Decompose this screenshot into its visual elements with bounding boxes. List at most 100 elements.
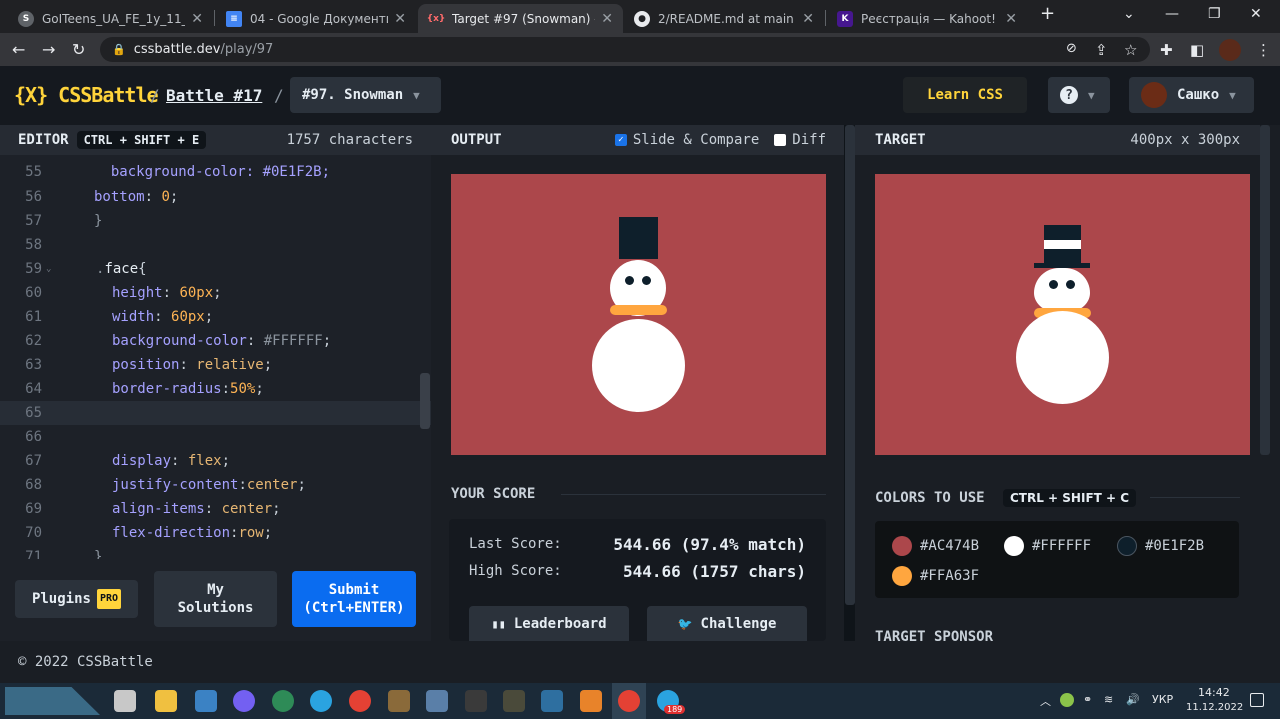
output-title: OUTPUT bbox=[451, 132, 502, 148]
wifi-icon[interactable]: ≋ bbox=[1104, 693, 1113, 706]
swatch-dot bbox=[892, 566, 912, 586]
share-icon[interactable]: ⇪ bbox=[1095, 41, 1108, 59]
app-icon[interactable] bbox=[541, 690, 563, 712]
browser-tab[interactable]: S GoITeens_UA_FE_1y_11_22: Sl ✕ bbox=[8, 4, 213, 33]
target-scrollbar[interactable] bbox=[1260, 125, 1270, 455]
line-number: 61 bbox=[25, 309, 42, 325]
new-tab-icon[interactable]: + bbox=[1040, 3, 1055, 24]
chevron-down-icon: ▼ bbox=[1088, 88, 1095, 102]
submit-shortcut: (Ctrl+ENTER) bbox=[303, 600, 405, 616]
line-number: 71 bbox=[25, 549, 42, 559]
browser-tab[interactable]: K Реєстрація — Kahoot! ✕ bbox=[827, 4, 1027, 33]
tray-app-icon[interactable] bbox=[1060, 693, 1074, 707]
bookmark-star-icon[interactable]: ☆ bbox=[1124, 41, 1137, 59]
chrome-profile-icon[interactable] bbox=[618, 690, 640, 712]
close-window-icon[interactable]: ✕ bbox=[1250, 6, 1262, 22]
color-swatch[interactable]: #FFFFFF bbox=[1004, 536, 1091, 556]
slide-compare-toggle[interactable]: ✓ Slide & Compare bbox=[614, 132, 759, 148]
store-icon[interactable] bbox=[195, 690, 217, 712]
colors-shortcut: CTRL + SHIFT + C bbox=[1003, 489, 1137, 507]
forward-icon[interactable]: → bbox=[42, 40, 55, 59]
cssbattle-logo[interactable]: {X} CSSBattle bbox=[14, 83, 159, 107]
checkbox-checked-icon[interactable]: ✓ bbox=[614, 134, 627, 146]
close-tab-icon[interactable]: ✕ bbox=[802, 11, 814, 27]
notifications-icon[interactable] bbox=[1250, 693, 1264, 707]
line-number: 70 bbox=[25, 525, 42, 541]
editor-header: EDITOR CTRL + SHIFT + E 1757 characters bbox=[0, 125, 431, 155]
output-canvas[interactable] bbox=[451, 174, 826, 455]
leaderboard-button[interactable]: ▮▮ Leaderboard bbox=[469, 606, 629, 642]
viber-icon[interactable] bbox=[233, 690, 255, 712]
line-number: 59 bbox=[25, 261, 42, 277]
line-number: 60 bbox=[25, 285, 42, 301]
restore-icon[interactable]: ❐ bbox=[1208, 6, 1221, 22]
task-view-icon[interactable] bbox=[114, 690, 136, 712]
close-tab-icon[interactable]: ✕ bbox=[1005, 11, 1017, 27]
target-select[interactable]: #97. Snowman ▼ bbox=[290, 77, 441, 113]
clock-date[interactable]: 11.12.2022 bbox=[1186, 702, 1243, 713]
language-indicator[interactable]: УКР bbox=[1152, 693, 1173, 706]
app-icon[interactable] bbox=[272, 690, 294, 712]
code-line: background-color: #0E1F2B; bbox=[94, 164, 331, 180]
profile-avatar[interactable] bbox=[1219, 39, 1241, 61]
snowman-eye bbox=[642, 276, 651, 285]
volume-icon[interactable]: 🔊 bbox=[1126, 693, 1140, 706]
close-tab-icon[interactable]: ✕ bbox=[191, 11, 203, 27]
target-hat-band bbox=[1044, 240, 1081, 249]
tray-chevron-icon[interactable]: ︿ bbox=[1040, 693, 1051, 709]
game-icon[interactable] bbox=[503, 690, 525, 712]
side-panel-icon[interactable]: ◧ bbox=[1190, 41, 1204, 59]
help-menu[interactable]: ? ▼ bbox=[1048, 77, 1110, 113]
footer: © 2022 CSSBattle bbox=[0, 641, 1280, 683]
tab-title: GoITeens_UA_FE_1y_11_22: Sl bbox=[42, 11, 185, 26]
plugins-label: Plugins bbox=[31, 591, 91, 607]
url-field[interactable]: 🔒 cssbattle.dev/play/97 bbox=[100, 37, 1150, 62]
diff-toggle[interactable]: Diff bbox=[774, 132, 826, 148]
clock-time[interactable]: 14:42 bbox=[1198, 686, 1230, 699]
user-menu[interactable]: Сашко ▼ bbox=[1129, 77, 1254, 113]
plugins-button[interactable]: Plugins PRO bbox=[15, 580, 138, 618]
game-icon[interactable] bbox=[426, 690, 448, 712]
score-title: YOUR SCORE bbox=[451, 486, 536, 502]
my-solutions-button[interactable]: My Solutions bbox=[154, 571, 277, 627]
menu-dots-icon[interactable]: ⋮ bbox=[1256, 41, 1271, 59]
color-swatch[interactable]: #FFA63F bbox=[892, 566, 979, 586]
code-line: } bbox=[94, 213, 103, 229]
color-swatch[interactable]: #0E1F2B bbox=[1117, 536, 1204, 556]
telegram-icon[interactable] bbox=[310, 690, 332, 712]
code-editor[interactable]: 55 background-color: #0E1F2B; 56 bottom: … bbox=[0, 155, 431, 559]
sublime-icon[interactable] bbox=[580, 690, 602, 712]
target-size: 400px x 300px bbox=[1130, 132, 1240, 148]
browser-tab[interactable]: ≡ 04 - Google Документи ✕ bbox=[216, 4, 416, 33]
extensions-icon[interactable]: ✚ bbox=[1160, 41, 1173, 59]
battle-link[interactable]: Battle #17 bbox=[166, 86, 262, 105]
target-canvas bbox=[875, 174, 1250, 455]
tab-search-icon[interactable]: ⌄ bbox=[1123, 6, 1135, 22]
learn-css-button[interactable]: Learn CSS bbox=[903, 77, 1027, 113]
close-tab-icon[interactable]: ✕ bbox=[601, 11, 613, 27]
pro-badge: PRO bbox=[96, 589, 122, 609]
color-swatch[interactable]: #AC474B bbox=[892, 536, 979, 556]
tray-link-icon[interactable]: ⚭ bbox=[1083, 693, 1092, 706]
fold-chevron-icon[interactable]: ⌄ bbox=[46, 257, 51, 281]
reload-icon[interactable]: ↻ bbox=[72, 40, 85, 59]
game-icon[interactable] bbox=[465, 690, 487, 712]
start-area[interactable] bbox=[5, 687, 100, 715]
line-number: 56 bbox=[25, 189, 42, 205]
minimize-icon[interactable]: — bbox=[1165, 6, 1179, 22]
output-scrollbar[interactable] bbox=[845, 125, 855, 605]
close-tab-icon[interactable]: ✕ bbox=[394, 11, 406, 27]
checkbox-unchecked-icon[interactable] bbox=[774, 134, 787, 146]
file-explorer-icon[interactable] bbox=[155, 690, 177, 712]
browser-tab[interactable]: ● 2/README.md at main · Sahl ✕ bbox=[624, 4, 824, 33]
game-icon[interactable] bbox=[388, 690, 410, 712]
browser-tab-active[interactable]: {x} Target #97 (Snowman) - CSSB ✕ bbox=[418, 4, 623, 33]
eye-off-icon[interactable]: ⊘ bbox=[1066, 41, 1077, 56]
back-icon[interactable]: ← bbox=[12, 40, 25, 59]
editor-scrollbar[interactable] bbox=[420, 373, 430, 429]
chrome-icon[interactable] bbox=[349, 690, 371, 712]
user-name: Сашко bbox=[1177, 87, 1220, 103]
submit-button[interactable]: Submit (Ctrl+ENTER) bbox=[292, 571, 416, 627]
challenge-button[interactable]: 🐦 Challenge bbox=[647, 606, 807, 642]
sponsor-title: TARGET SPONSOR bbox=[875, 629, 994, 641]
